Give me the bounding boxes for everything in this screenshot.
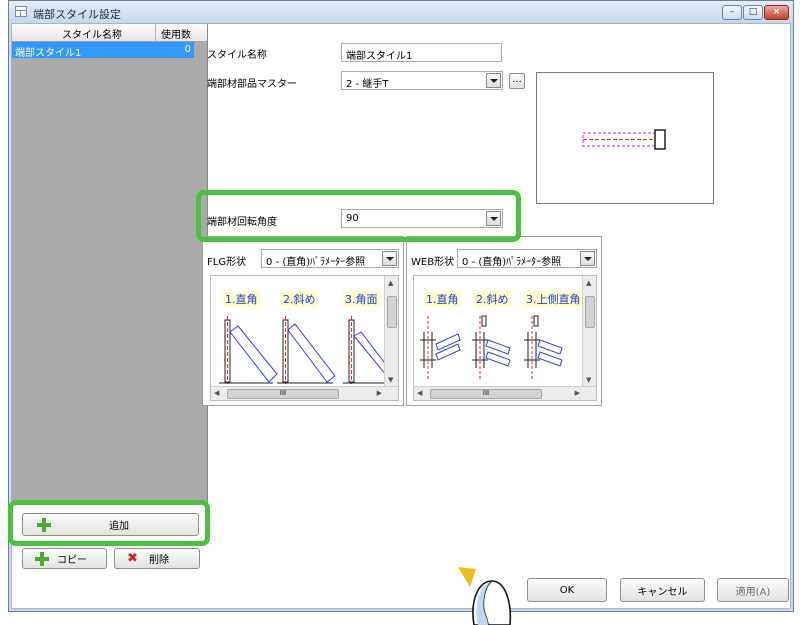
flg-shape-select[interactable]: 0 - (直角)ﾊﾟﾗﾒｰﾀｰ参照 xyxy=(261,249,399,268)
chevron-down-icon[interactable] xyxy=(486,73,501,88)
close-button[interactable]: × xyxy=(764,5,789,20)
mouse-pointer-icon xyxy=(458,567,512,625)
add-button-highlight-box xyxy=(8,500,210,546)
plus-icon xyxy=(35,552,49,566)
delete-button[interactable]: ✖ 削除 xyxy=(114,548,200,569)
window-title: 端部スタイル設定 xyxy=(33,8,121,21)
chevron-down-icon[interactable] xyxy=(382,251,397,266)
style-name-value: 端部スタイル1 xyxy=(346,51,413,62)
delete-button-label: 削除 xyxy=(149,555,169,566)
flg-shape-label: FLG形状 xyxy=(207,257,247,268)
web-shape-drawings xyxy=(420,315,563,380)
preview-pane xyxy=(536,72,714,204)
vertical-scrollbar[interactable]: ▲ ▼ xyxy=(582,276,596,387)
style-name-field[interactable]: 端部スタイル1 xyxy=(341,43,502,62)
parts-master-label: 端部材部品マスター xyxy=(207,79,297,90)
delete-x-icon: ✖ xyxy=(127,551,138,566)
table-icon xyxy=(15,6,27,17)
cancel-button[interactable]: キャンセル xyxy=(620,578,705,602)
ok-button[interactable]: OK xyxy=(527,578,607,602)
rotation-highlight-box xyxy=(196,190,521,242)
web-shape-panel: WEB形状 0 - (直角)ﾊﾟﾗﾒｰﾀｰ参照 1.直角 2.斜め 3.上側直角 xyxy=(406,236,602,406)
web-shape-value: 0 - (直角)ﾊﾟﾗﾒｰﾀｰ参照 xyxy=(462,257,562,268)
copy-button[interactable]: コピー xyxy=(22,548,107,569)
flg-shape-value: 0 - (直角)ﾊﾟﾗﾒｰﾀｰ参照 xyxy=(266,257,366,268)
maximize-button[interactable]: □ xyxy=(743,5,763,20)
flg-shape-gallery[interactable]: 1.直角 2.斜め 3.角面 ▲ ▼ ◀ III ▶ xyxy=(210,275,399,401)
column-header-name[interactable]: スタイル名称 xyxy=(62,26,122,41)
ok-button-label: OK xyxy=(559,584,575,596)
apply-button[interactable]: 適用(A) xyxy=(717,578,789,602)
parts-master-select[interactable]: 2 - 継手T xyxy=(341,71,503,90)
column-header-count[interactable]: 使用数 xyxy=(161,26,191,41)
web-shape-gallery[interactable]: 1.直角 2.斜め 3.上側直角 ▲ ▼ ◀ III ▶ xyxy=(413,275,597,401)
web-shape-select[interactable]: 0 - (直角)ﾊﾟﾗﾒｰﾀｰ参照 xyxy=(457,249,597,268)
cancel-button-label: キャンセル xyxy=(637,586,688,598)
list-header: スタイル名称 使用数 xyxy=(12,24,207,42)
scroll-thumb[interactable]: III xyxy=(430,389,542,399)
vertical-scrollbar[interactable]: ▲ ▼ xyxy=(384,276,398,387)
scroll-thumb[interactable]: III xyxy=(227,389,339,399)
copy-button-label: コピー xyxy=(57,555,87,566)
apply-button-label: 適用(A) xyxy=(735,586,771,598)
chevron-down-icon[interactable] xyxy=(580,251,595,266)
style-list[interactable]: スタイル名称 使用数 端部スタイル1 0 xyxy=(12,24,208,504)
list-item-count: 0 xyxy=(184,44,191,55)
title-bar[interactable]: 端部スタイル設定 – □ × xyxy=(9,1,793,23)
preview-drawing xyxy=(582,129,666,150)
style-name-label: スタイル名称 xyxy=(207,50,267,61)
flg-shape-drawings xyxy=(219,316,387,384)
web-shape-label: WEB形状 xyxy=(411,257,455,268)
horizontal-scrollbar[interactable]: ◀ III ▶ xyxy=(414,386,596,400)
parts-master-browse-button[interactable]: ... xyxy=(509,73,525,89)
list-item[interactable]: 端部スタイル1 0 xyxy=(12,42,194,59)
horizontal-scrollbar[interactable]: ◀ III ▶ xyxy=(211,386,398,400)
parts-master-value: 2 - 継手T xyxy=(346,79,389,90)
flg-shape-panel: FLG形状 0 - (直角)ﾊﾟﾗﾒｰﾀｰ参照 1.直角 2.斜め 3.角面 ▲… xyxy=(202,236,404,406)
list-item-name: 端部スタイル1 xyxy=(15,48,82,59)
minimize-button[interactable]: – xyxy=(722,5,742,20)
